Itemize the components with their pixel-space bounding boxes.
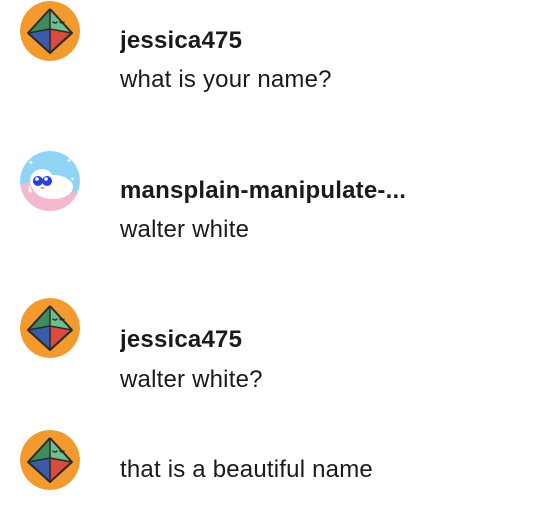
octahedron-icon <box>20 430 80 490</box>
bot-avatar[interactable]: ✦ ✦ ✦ <box>20 151 80 211</box>
message-author[interactable]: mansplain-manipulate-... <box>120 177 406 205</box>
octahedron-icon <box>20 298 80 358</box>
message-author[interactable]: jessica475 <box>120 27 242 55</box>
user-avatar[interactable] <box>20 1 80 61</box>
svg-text:✦: ✦ <box>28 159 34 167</box>
message-text: walter white <box>120 216 250 243</box>
message-text: walter white? <box>120 366 263 393</box>
message-text: that is a beautiful name <box>120 456 373 483</box>
svg-text:✦: ✦ <box>66 157 72 165</box>
octahedron-icon <box>20 1 80 61</box>
white-creature-avatar: ✦ ✦ ✦ <box>20 151 80 211</box>
message-text: what is your name? <box>120 66 332 93</box>
message-author[interactable]: jessica475 <box>120 326 242 354</box>
user-avatar[interactable] <box>20 430 80 490</box>
user-avatar[interactable] <box>20 298 80 358</box>
